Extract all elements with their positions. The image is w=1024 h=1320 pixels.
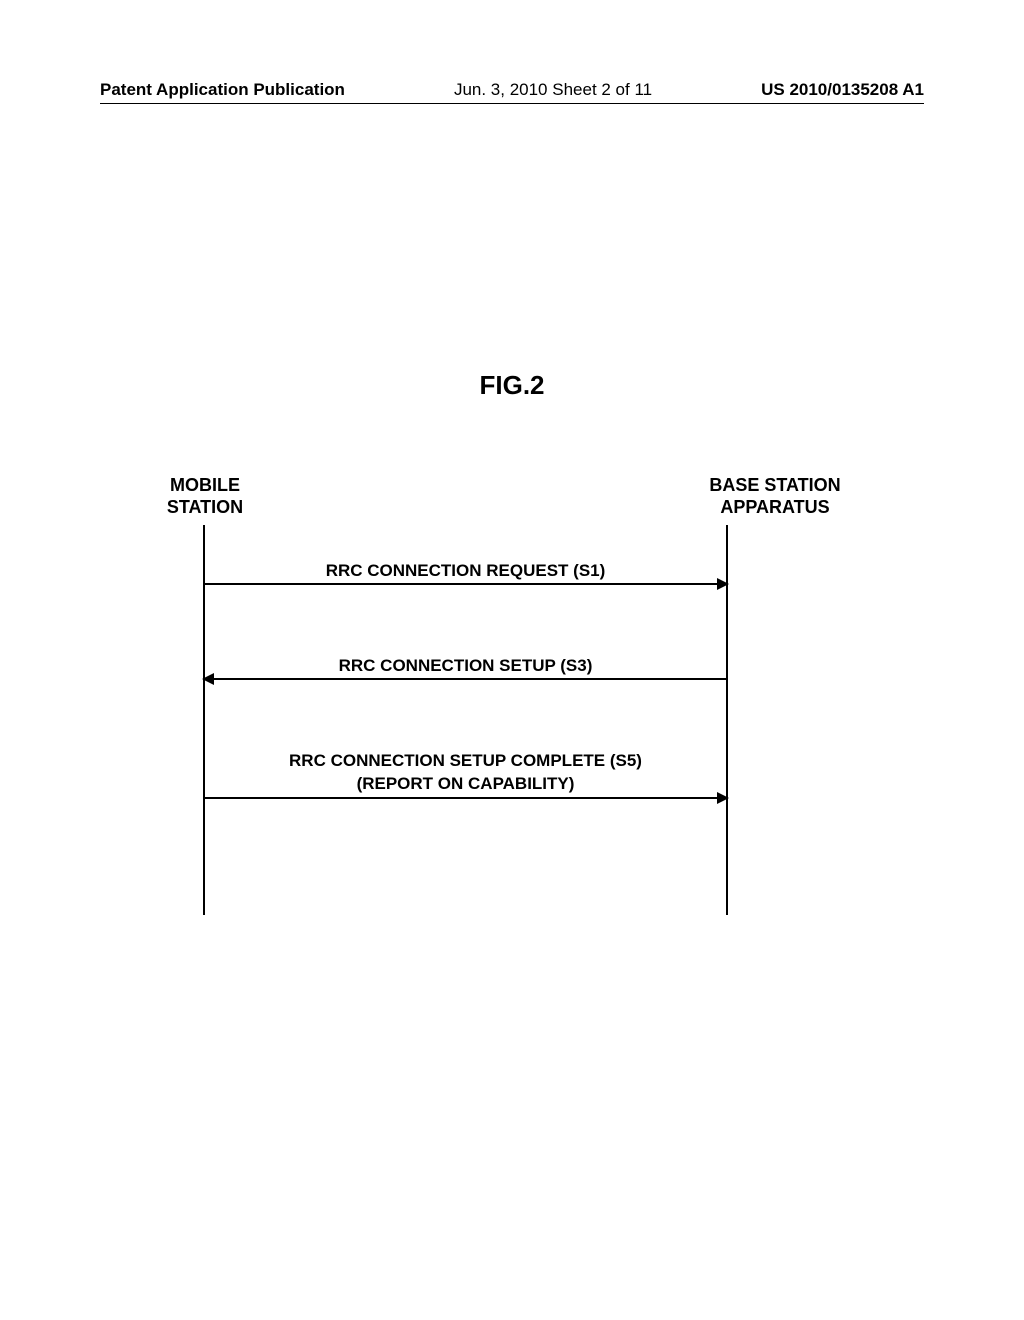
- message-s1: RRC CONNECTION REQUEST (S1): [203, 560, 728, 585]
- entity-base-station: BASE STATION APPARATUS: [685, 475, 865, 518]
- arrow-left-icon: [203, 678, 728, 680]
- header-divider: [100, 103, 924, 104]
- entity-base-station-line1: BASE STATION: [709, 475, 840, 495]
- entity-base-station-line2: APPARATUS: [720, 497, 829, 517]
- entity-mobile-station-line2: STATION: [167, 497, 243, 517]
- header-publication-number: US 2010/0135208 A1: [761, 80, 924, 100]
- message-s3-label: RRC CONNECTION SETUP (S3): [203, 655, 728, 676]
- header-date-sheet: Jun. 3, 2010 Sheet 2 of 11: [454, 80, 652, 100]
- entity-mobile-station: MOBILE STATION: [145, 475, 265, 518]
- message-s3: RRC CONNECTION SETUP (S3): [203, 655, 728, 680]
- sequence-diagram: MOBILE STATION BASE STATION APPARATUS RR…: [170, 475, 790, 935]
- header-publication-type: Patent Application Publication: [100, 80, 345, 100]
- arrow-right-icon: [203, 583, 728, 585]
- page-header: Patent Application Publication Jun. 3, 2…: [100, 80, 924, 100]
- message-s5: RRC CONNECTION SETUP COMPLETE (S5) (REPO…: [203, 750, 728, 799]
- message-s5-label-line1: RRC CONNECTION SETUP COMPLETE (S5): [203, 750, 728, 771]
- figure-title: FIG.2: [0, 370, 1024, 401]
- message-s1-label: RRC CONNECTION REQUEST (S1): [203, 560, 728, 581]
- entity-mobile-station-line1: MOBILE: [170, 475, 240, 495]
- message-s5-label-line2: (REPORT ON CAPABILITY): [203, 773, 728, 794]
- arrow-right-icon: [203, 797, 728, 799]
